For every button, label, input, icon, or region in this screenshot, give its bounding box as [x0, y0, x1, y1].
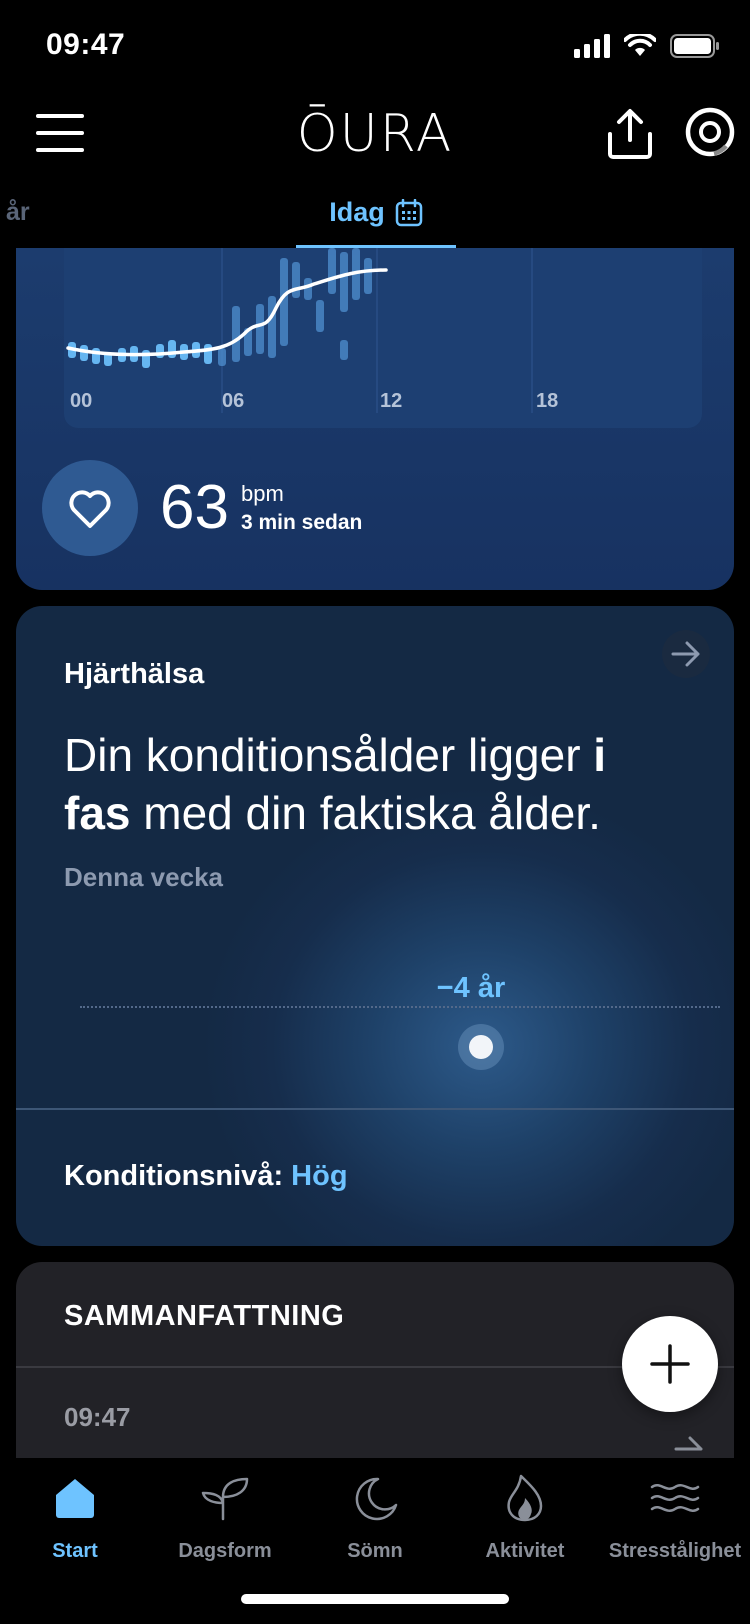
app-header: ŌURA [0, 92, 750, 180]
heart-icon [69, 490, 111, 528]
date-tabs: år Idag [0, 180, 750, 248]
wifi-icon [624, 34, 656, 56]
summary-entry-time: 09:47 [64, 1402, 131, 1432]
profile-button[interactable] [684, 106, 736, 158]
share-icon [608, 109, 652, 159]
status-bar: 09:47 [0, 0, 750, 92]
ring-profile-icon [685, 107, 735, 157]
arrow-right-icon [671, 641, 700, 667]
x-tick-18: 18 [536, 390, 558, 412]
heart-health-title: Hjärthälsa [64, 658, 205, 690]
heart-rate-info: 63 bpm 3 min sedan [42, 460, 362, 556]
status-time: 09:47 [46, 28, 126, 61]
heart-rate-unit: bpm [240, 481, 284, 506]
sprout-icon [201, 1477, 249, 1521]
fitness-level-value: Hög [291, 1160, 348, 1192]
heart-health-period: Denna vecka [64, 862, 223, 892]
heart-health-open-button[interactable] [662, 630, 710, 678]
home-icon [56, 1479, 94, 1518]
nav-stresstalighet[interactable]: Stresstålighet [600, 1468, 750, 1563]
heart-rate-chart: 00 06 12 18 [64, 248, 702, 428]
x-tick-06: 06 [222, 390, 244, 412]
share-button[interactable] [606, 108, 654, 160]
heart-badge [42, 460, 138, 556]
heart-rate-updated: 3 min sedan [240, 511, 363, 534]
battery-icon [670, 34, 719, 58]
x-tick-12: 12 [380, 390, 402, 412]
flame-icon [507, 1474, 543, 1522]
tab-today-label: Idag [329, 197, 385, 227]
home-indicator [241, 1594, 509, 1604]
fitness-level: Konditionsnivå: Hög [64, 1160, 348, 1193]
nav-start[interactable]: Start [0, 1468, 150, 1563]
nav-start-label: Start [52, 1540, 98, 1562]
summary-title: SAMMANFATTNING [64, 1300, 345, 1332]
nav-dagsform[interactable]: Dagsform [150, 1468, 300, 1563]
heart-rate-value: 63 [160, 473, 229, 542]
nav-somn-label: Sömn [347, 1540, 403, 1562]
heart-health-headline: Din konditionsålder ligger i fas med din … [64, 729, 607, 839]
cellular-signal-icon [574, 34, 610, 58]
add-button[interactable] [622, 1316, 718, 1412]
fitness-age-scale [80, 1006, 720, 1008]
moon-icon [355, 1477, 398, 1521]
nav-aktivitet-label: Aktivitet [485, 1540, 565, 1562]
divider [16, 1108, 734, 1110]
heart-rate-meta: bpm 3 min sedan [241, 481, 362, 535]
calendar-icon [395, 198, 422, 226]
tab-previous[interactable]: år [6, 198, 30, 227]
heart-rate-card[interactable]: 00 06 12 18 63 bpm 3 min sedan [16, 248, 734, 590]
plus-icon [650, 1344, 690, 1384]
tab-today[interactable]: Idag [296, 180, 456, 248]
fitness-level-label: Konditionsnivå: [64, 1160, 284, 1192]
nav-somn[interactable]: Sömn [300, 1468, 450, 1563]
fitness-age-delta: −4 år [436, 972, 506, 1004]
nav-aktivitet[interactable]: Aktivitet [450, 1468, 600, 1563]
fitness-age-marker [458, 1024, 504, 1070]
status-icons [574, 34, 720, 58]
nav-dagsform-label: Dagsform [178, 1540, 272, 1562]
nav-stresstalighet-label: Stresstålighet [608, 1540, 742, 1562]
heart-health-card[interactable]: Hjärthälsa Din konditionsålder ligger if… [16, 606, 734, 1246]
x-tick-00: 00 [70, 390, 92, 412]
waves-icon [650, 1484, 700, 1512]
